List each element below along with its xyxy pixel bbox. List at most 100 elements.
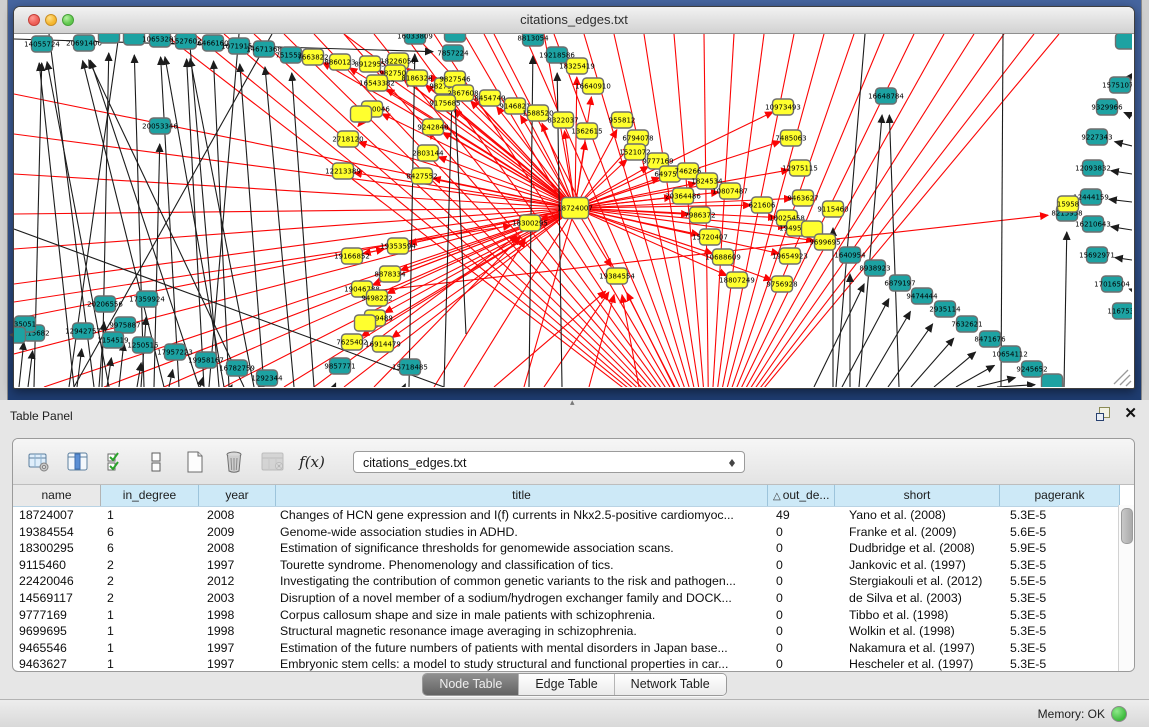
- table-selector-dropdown[interactable]: citations_edges.txt: [353, 451, 745, 473]
- graph-node[interactable]: 7632621: [951, 316, 982, 332]
- graph-node[interactable]: 1362615: [571, 123, 602, 139]
- graph-node[interactable]: 1167534: [1107, 303, 1132, 319]
- graph-node[interactable]: 8322037: [547, 112, 578, 128]
- graph-node[interactable]: 7485063: [775, 130, 806, 146]
- column-header-in_degree[interactable]: in_degree: [101, 485, 199, 506]
- graph-node[interactable]: 9227343: [1081, 129, 1112, 145]
- network-window[interactable]: citations_edges.txt 14055724 20691406 1065…: [13, 6, 1135, 389]
- graph-node[interactable]: 7986372: [684, 207, 715, 223]
- graph-node[interactable]: 955812: [609, 112, 636, 128]
- graph-node[interactable]: 8938923: [859, 260, 890, 276]
- graph-node[interactable]: 621606: [749, 197, 776, 213]
- graph-node[interactable]: 9474444: [906, 288, 938, 304]
- show-column-icon[interactable]: [66, 449, 90, 475]
- graph-node[interactable]: 15692971: [1079, 247, 1115, 263]
- graph-node[interactable]: 20053346: [142, 118, 178, 134]
- table-row[interactable]: 969969511998Structural magnetic resonanc…: [13, 623, 1134, 640]
- graph-node[interactable]: 7857224: [437, 45, 469, 61]
- graph-node[interactable]: 2718120: [332, 131, 363, 147]
- graph-node[interactable]: 1640954: [834, 247, 866, 263]
- table-row[interactable]: 1830029562008Estimation of significance …: [13, 540, 1134, 557]
- graph-node[interactable]: 20691406: [66, 35, 102, 51]
- graph-node[interactable]: 16648784: [868, 88, 904, 104]
- graph-node[interactable]: 9329966: [1091, 99, 1123, 115]
- splitter-handle-icon[interactable]: ▴: [570, 397, 575, 408]
- graph-node[interactable]: [99, 34, 120, 43]
- column-header-out_de[interactable]: △out_de...: [768, 485, 835, 506]
- memory-status-indicator[interactable]: [1111, 706, 1127, 722]
- table-scrollbar-thumb[interactable]: [1121, 508, 1133, 544]
- graph-node[interactable]: 19384554: [599, 268, 635, 284]
- table-row[interactable]: 977716911998Corpus callosum shape and si…: [13, 607, 1134, 624]
- graph-node[interactable]: 8813054: [517, 34, 549, 46]
- new-column-icon[interactable]: [183, 449, 207, 475]
- rows-icon[interactable]: [144, 449, 168, 475]
- column-header-title[interactable]: title: [276, 485, 768, 506]
- graph-node[interactable]: [14, 327, 26, 343]
- function-builder-icon[interactable]: f(x): [300, 449, 324, 475]
- graph-node[interactable]: [1042, 374, 1063, 387]
- table-row[interactable]: 946554611997Estimation of the future num…: [13, 640, 1134, 657]
- graph-node[interactable]: 9242848: [417, 119, 448, 135]
- graph-node[interactable]: [445, 34, 466, 42]
- table-mode-icon[interactable]: [27, 449, 51, 475]
- graph-node[interactable]: 1250515: [127, 337, 158, 353]
- graph-node[interactable]: 1292344: [251, 370, 283, 386]
- graph-node[interactable]: 9175685: [429, 95, 460, 111]
- network-canvas[interactable]: 1405572420691406106532871527602646616010…: [14, 34, 1132, 387]
- tab-edge-table[interactable]: Edge Table: [519, 674, 614, 695]
- graph-hub-node[interactable]: 18724007: [557, 198, 593, 219]
- graph-node[interactable]: 2803144: [412, 145, 444, 161]
- table-row[interactable]: 1456911722003Disruption of a novel membe…: [13, 590, 1134, 607]
- graph-node[interactable]: 8186328: [401, 70, 432, 86]
- column-header-year[interactable]: year: [199, 485, 276, 506]
- graph-node[interactable]: 9975887: [109, 317, 140, 333]
- graph-node[interactable]: 16033809: [397, 34, 433, 44]
- close-panel-icon[interactable]: ✕: [1124, 407, 1137, 421]
- graph-node[interactable]: 8878334: [374, 266, 406, 282]
- network-window-titlebar[interactable]: citations_edges.txt: [14, 7, 1134, 34]
- graph-node[interactable]: 10654112: [992, 346, 1028, 362]
- graph-node[interactable]: [355, 315, 376, 331]
- table-row[interactable]: 946362711997Embryonic stem cells: a mode…: [13, 656, 1134, 672]
- graph-node[interactable]: 6879197: [884, 275, 915, 291]
- table-scrollbar[interactable]: [1118, 505, 1134, 671]
- graph-node[interactable]: 12093832: [1075, 160, 1111, 176]
- table-row[interactable]: 2242004622012Investigating the contribut…: [13, 573, 1134, 590]
- graph-node[interactable]: 16210643: [1075, 216, 1111, 232]
- graph-node[interactable]: 8427552: [406, 168, 437, 184]
- import-table-icon[interactable]: [261, 449, 285, 475]
- table-row[interactable]: 911546021997Tourette syndrome. Phenomeno…: [13, 557, 1134, 574]
- graph-node[interactable]: 1154519: [97, 332, 128, 348]
- column-header-name[interactable]: name: [13, 485, 101, 506]
- graph-node[interactable]: 17016504: [1094, 276, 1130, 292]
- select-columns-icon[interactable]: [105, 449, 129, 475]
- resize-grip[interactable]: [1114, 370, 1131, 386]
- graph-node[interactable]: 8860123: [324, 54, 355, 70]
- graph-node[interactable]: 9115460: [817, 201, 848, 217]
- column-header-short[interactable]: short: [835, 485, 1000, 506]
- graph-node[interactable]: 12942757: [65, 323, 101, 339]
- column-header-pagerank[interactable]: pagerank: [1000, 485, 1120, 506]
- float-panel-icon[interactable]: [1096, 407, 1110, 421]
- graph-node[interactable]: 9756928: [766, 276, 797, 292]
- graph-node[interactable]: 17359924: [129, 291, 165, 307]
- graph-node[interactable]: 15718485: [392, 359, 428, 375]
- graph-node[interactable]: 15958: [1057, 196, 1079, 212]
- graph-node[interactable]: 19166852: [334, 248, 370, 264]
- graph-node[interactable]: 20364486: [665, 188, 701, 204]
- graph-node[interactable]: 15751074: [1102, 77, 1132, 93]
- graph-node[interactable]: 12975115: [782, 160, 818, 176]
- table-row[interactable]: 1872400712008Changes of HCN gene express…: [13, 507, 1134, 524]
- graph-node[interactable]: 2935114: [929, 301, 961, 317]
- graph-node[interactable]: 16914479: [365, 336, 401, 352]
- graph-node[interactable]: [351, 106, 372, 122]
- graph-node[interactable]: 14055724: [24, 36, 60, 52]
- graph-node[interactable]: 9699695: [809, 234, 840, 250]
- graph-node[interactable]: 9498222: [361, 290, 392, 306]
- tab-network-table[interactable]: Network Table: [615, 674, 726, 695]
- graph-node[interactable]: 9463627: [787, 190, 818, 206]
- delete-column-icon[interactable]: [222, 449, 246, 475]
- graph-node[interactable]: 16640910: [575, 78, 611, 94]
- graph-node[interactable]: 7625402: [336, 334, 367, 350]
